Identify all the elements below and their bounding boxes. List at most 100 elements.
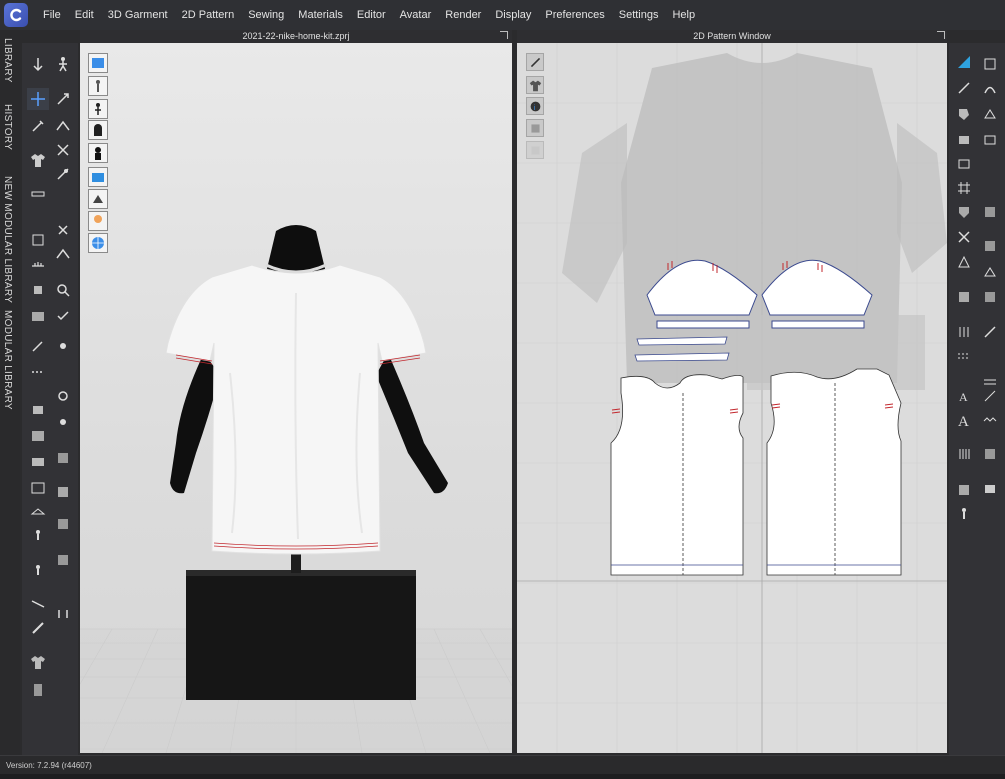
2d-button-icon[interactable] — [953, 479, 975, 501]
2d-pleat-icon[interactable] — [953, 251, 975, 273]
layer-tool-icon[interactable] — [27, 398, 49, 420]
2d-grid-icon[interactable] — [953, 177, 975, 199]
3d-garment-viewport[interactable] — [80, 43, 512, 753]
fitting-suit-tool-icon[interactable] — [27, 559, 49, 581]
pleat-tool-icon[interactable] — [52, 549, 74, 571]
edit-texture-tool-icon[interactable] — [52, 481, 74, 503]
front-body-pattern[interactable] — [610, 374, 744, 576]
2d-curve-point-icon[interactable] — [979, 103, 1001, 125]
avatar-move-tool-icon[interactable] — [52, 53, 74, 75]
globe-view-button[interactable] — [88, 233, 108, 253]
tab-modular-library[interactable]: MODULAR LIBRARY — [2, 310, 13, 410]
strength-tool-icon[interactable] — [52, 219, 74, 241]
2d-edit-pattern-icon[interactable] — [979, 53, 1001, 75]
maximize-3d-icon[interactable] — [500, 31, 508, 39]
app-logo-icon[interactable] — [4, 3, 28, 27]
2d-internal-rect-icon[interactable] — [953, 153, 975, 175]
shirt-tool-icon[interactable] — [27, 149, 49, 171]
pattern-info-button[interactable]: i — [526, 97, 544, 115]
cut-tool-icon[interactable] — [52, 139, 74, 161]
gauge-tool-icon[interactable] — [52, 411, 74, 433]
2d-lines-icon[interactable] — [953, 443, 975, 465]
garment-tool-icon[interactable] — [27, 651, 49, 673]
2d-edit-curve-icon[interactable] — [979, 77, 1001, 99]
pattern-shirt-button[interactable] — [526, 76, 544, 94]
puckering-panel-tool-icon[interactable] — [52, 513, 74, 535]
back-body-pattern[interactable] — [766, 368, 902, 576]
garment-display-button[interactable] — [88, 76, 108, 96]
button-tool-icon[interactable] — [52, 335, 74, 357]
2d-gift-icon[interactable] — [979, 477, 1001, 499]
texture-tool-icon[interactable] — [52, 447, 74, 469]
menu-sewing[interactable]: Sewing — [241, 0, 291, 30]
cuff-left-pattern[interactable] — [656, 320, 750, 329]
pattern-texture-button[interactable] — [526, 119, 544, 137]
jacket-tool-icon[interactable] — [27, 679, 49, 701]
tab-history[interactable]: HISTORY — [2, 104, 13, 150]
ruler-tool-icon[interactable] — [27, 253, 49, 275]
menu-avatar[interactable]: Avatar — [393, 0, 439, 30]
menu-2d-pattern[interactable]: 2D Pattern — [175, 0, 242, 30]
transform-tool-icon[interactable] — [27, 88, 49, 110]
2d-text-icon[interactable]: A — [953, 409, 975, 431]
2d-topstitch-icon[interactable] — [953, 345, 975, 367]
trim-tool-icon[interactable] — [27, 425, 49, 447]
2d-dart-icon[interactable] — [953, 201, 975, 223]
arrange-tool-icon[interactable] — [27, 593, 49, 615]
measure-tool-icon[interactable] — [27, 183, 49, 205]
2d-scissors-icon[interactable] — [953, 226, 975, 248]
shoes-display-button[interactable] — [88, 143, 108, 163]
2d-free-sewing-icon[interactable] — [979, 321, 1001, 343]
tack-tool-icon[interactable] — [52, 163, 74, 185]
2d-transform-tool-icon[interactable] — [953, 51, 975, 73]
tab-library[interactable]: LIBRARY — [2, 38, 13, 83]
menu-editor[interactable]: Editor — [350, 0, 393, 30]
hanger-tool-icon[interactable] — [27, 499, 49, 521]
2d-annotation-icon[interactable]: A — [953, 385, 975, 407]
menu-preferences[interactable]: Preferences — [538, 0, 611, 30]
2d-arrange-icon[interactable] — [979, 385, 1001, 407]
pattern-disabled-button[interactable] — [526, 141, 544, 159]
avatar-skin-button[interactable] — [88, 211, 108, 231]
fold-tool-icon[interactable] — [52, 115, 74, 137]
graphic-tool-icon[interactable] — [27, 451, 49, 473]
2d-segment-sewing-icon[interactable] — [953, 321, 975, 343]
menu-3d-garment[interactable]: 3D Garment — [101, 0, 175, 30]
check-tool-icon[interactable] — [52, 305, 74, 327]
2d-edit-point-icon[interactable] — [953, 77, 975, 99]
pen-tool-icon[interactable] — [27, 335, 49, 357]
texture-view-button[interactable] — [88, 167, 108, 187]
avatar-display-button[interactable] — [88, 53, 108, 73]
2d-glue-icon[interactable] — [979, 286, 1001, 308]
menu-edit[interactable]: Edit — [68, 0, 101, 30]
avatar-tool-icon[interactable] — [27, 525, 49, 547]
arrange-point-tool-icon[interactable] — [52, 603, 74, 625]
2d-seam-icon[interactable] — [979, 235, 1001, 257]
2d-trace-icon[interactable] — [979, 261, 1001, 283]
cuff-right-pattern[interactable] — [771, 320, 865, 329]
2d-measure-icon[interactable] — [979, 443, 1001, 465]
menu-display[interactable]: Display — [488, 0, 538, 30]
brush-tool-icon[interactable] — [27, 115, 49, 137]
tab-new-modular-library[interactable]: NEW MODULAR LIBRARY — [2, 176, 13, 303]
mesh-view-button[interactable] — [88, 189, 108, 209]
puckering-tool-icon[interactable] — [27, 305, 49, 327]
select-mesh-tool-icon[interactable] — [27, 53, 49, 75]
menu-render[interactable]: Render — [438, 0, 488, 30]
flip-tool-icon[interactable] — [52, 243, 74, 265]
menu-file[interactable]: File — [36, 0, 68, 30]
grid-tool-icon[interactable] — [27, 477, 49, 499]
fit-tool-icon[interactable] — [27, 229, 49, 251]
2d-avatar-icon[interactable] — [953, 503, 975, 525]
ruler-edit-tool-icon[interactable] — [27, 617, 49, 639]
menu-help[interactable]: Help — [665, 0, 702, 30]
menu-materials[interactable]: Materials — [291, 0, 350, 30]
menu-settings[interactable]: Settings — [612, 0, 666, 30]
pin-tool-icon[interactable] — [52, 88, 74, 110]
2d-pattern-viewport[interactable] — [517, 43, 947, 753]
2d-rectangle-icon[interactable] — [953, 129, 975, 151]
hair-display-button[interactable] — [88, 120, 108, 140]
zip-tool-icon[interactable] — [27, 279, 49, 301]
buttonhole-tool-icon[interactable] — [52, 385, 74, 407]
2d-cut-icon[interactable] — [979, 201, 1001, 223]
